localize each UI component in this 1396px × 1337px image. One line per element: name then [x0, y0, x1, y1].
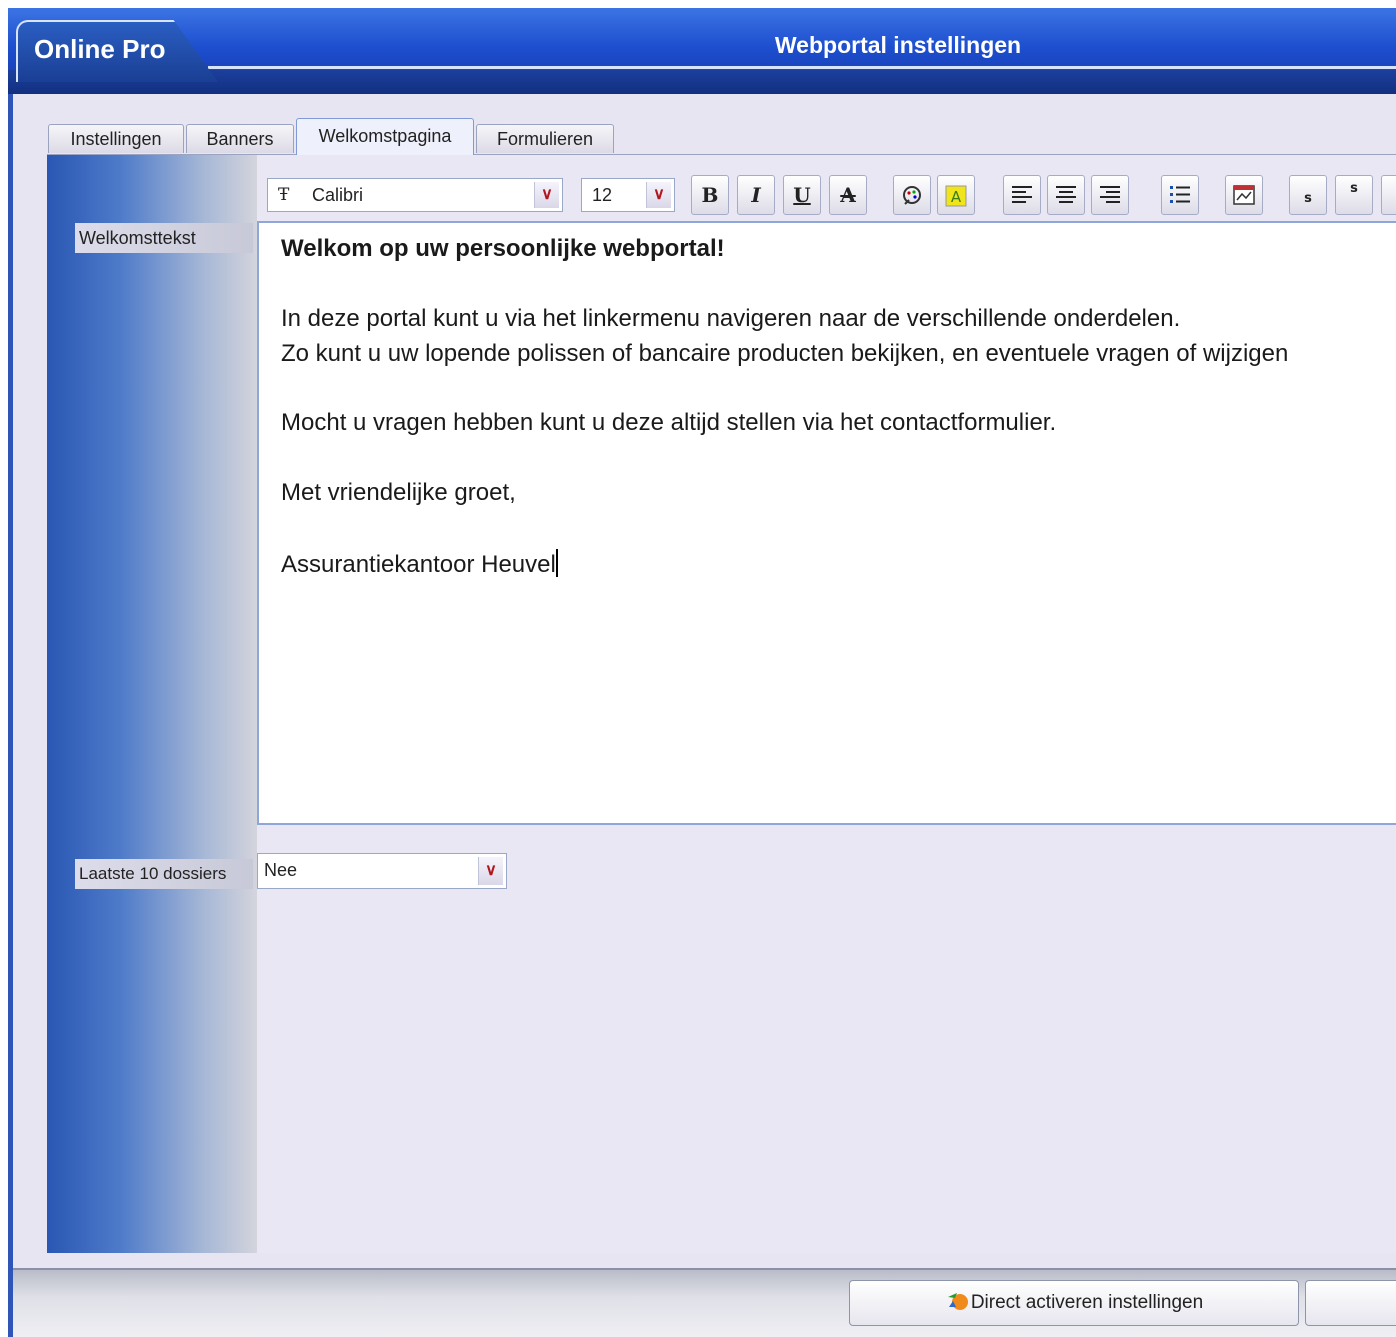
align-center-button[interactable]: [1047, 175, 1085, 215]
text-caret: [555, 549, 558, 577]
svg-text:A: A: [951, 188, 962, 206]
palette-icon: [903, 186, 921, 205]
footer-bar: Direct activeren instellingen: [13, 1268, 1396, 1337]
image-icon: [1233, 185, 1255, 205]
align-center-icon: [1056, 186, 1076, 203]
align-right-icon: [1100, 186, 1120, 203]
app-name: Online Pro: [34, 34, 166, 64]
tab-formulieren[interactable]: Formulieren: [476, 124, 614, 153]
font-name-select[interactable]: Ŧ Calibri ∨: [267, 178, 563, 212]
secondary-footer-button[interactable]: [1305, 1280, 1396, 1326]
content-area: Instellingen Banners Welkomstpagina Form…: [13, 94, 1396, 1337]
toolbar-overflow-button[interactable]: [1381, 175, 1396, 215]
editor-line: Mocht u vragen hebben kunt u deze altijd…: [281, 409, 1057, 436]
welcome-text-editor[interactable]: Welkom op uw persoonlijke webportal! In …: [257, 221, 1396, 825]
activate-settings-label: Direct activeren instellingen: [970, 1292, 1204, 1313]
subscript-button[interactable]: s: [1289, 175, 1327, 215]
font-name-value: Calibri: [312, 185, 364, 205]
underline-button[interactable]: U: [783, 175, 821, 215]
font-size-value: 12: [592, 185, 613, 205]
bold-button[interactable]: B: [691, 175, 729, 215]
align-left-icon: [1012, 186, 1032, 203]
label-column: Welkomsttekst Laatste 10 dossiers: [47, 155, 257, 1253]
chevron-down-icon[interactable]: ∨: [646, 182, 671, 208]
tab-welkomstpagina[interactable]: Welkomstpagina: [296, 118, 474, 155]
highlight-icon: A: [945, 185, 967, 207]
activate-icon: [947, 1293, 968, 1310]
activate-settings-button[interactable]: Direct activeren instellingen: [849, 1280, 1299, 1326]
last-files-value: Nee: [264, 860, 298, 880]
editor-signature-line: Assurantiekantoor Heuvel: [281, 549, 558, 579]
editor-heading: Welkom op uw persoonlijke webportal!: [281, 235, 725, 262]
title-bar: Online Pro Webportal instellingen: [8, 8, 1396, 94]
italic-button[interactable]: I: [737, 175, 775, 215]
last-files-select[interactable]: Nee ∨: [257, 853, 507, 889]
window-title: Webportal instellingen: [774, 32, 1022, 58]
chevron-down-icon[interactable]: ∨: [534, 182, 559, 208]
editor-line: Zo kunt u uw lopende polissen of bancair…: [281, 340, 1289, 367]
align-left-button[interactable]: [1003, 175, 1041, 215]
text-color-button[interactable]: [893, 175, 931, 215]
tab-instellingen[interactable]: Instellingen: [48, 124, 184, 153]
font-size-select[interactable]: 12 ∨: [581, 178, 675, 212]
superscript-button[interactable]: s: [1335, 175, 1373, 215]
last-files-label: Laatste 10 dossiers: [75, 859, 253, 889]
chevron-down-icon[interactable]: ∨: [478, 857, 503, 885]
strikethrough-button[interactable]: A: [829, 175, 867, 215]
welcome-text-label: Welkomsttekst: [75, 223, 253, 253]
editor-line: Met vriendelijke groet,: [281, 479, 516, 506]
editor-line: In deze portal kunt u via het linkermenu…: [281, 305, 1181, 332]
insert-image-button[interactable]: [1225, 175, 1263, 215]
editor-toolbar: Ŧ Calibri ∨ 12 ∨ B I U A A s s: [257, 165, 1396, 219]
tab-panel: Welkomsttekst Laatste 10 dossiers Ŧ Cali…: [47, 154, 1396, 1253]
align-right-button[interactable]: [1091, 175, 1129, 215]
application-window: Online Pro Webportal instellingen Instel…: [8, 8, 1396, 1337]
bullet-list-icon: [1170, 186, 1190, 203]
bullet-list-button[interactable]: [1161, 175, 1199, 215]
font-icon: Ŧ: [278, 185, 290, 205]
tab-banners[interactable]: Banners: [186, 124, 294, 153]
highlight-button[interactable]: A: [937, 175, 975, 215]
signature-text: Assurantiekantoor Heuvel: [281, 551, 556, 578]
